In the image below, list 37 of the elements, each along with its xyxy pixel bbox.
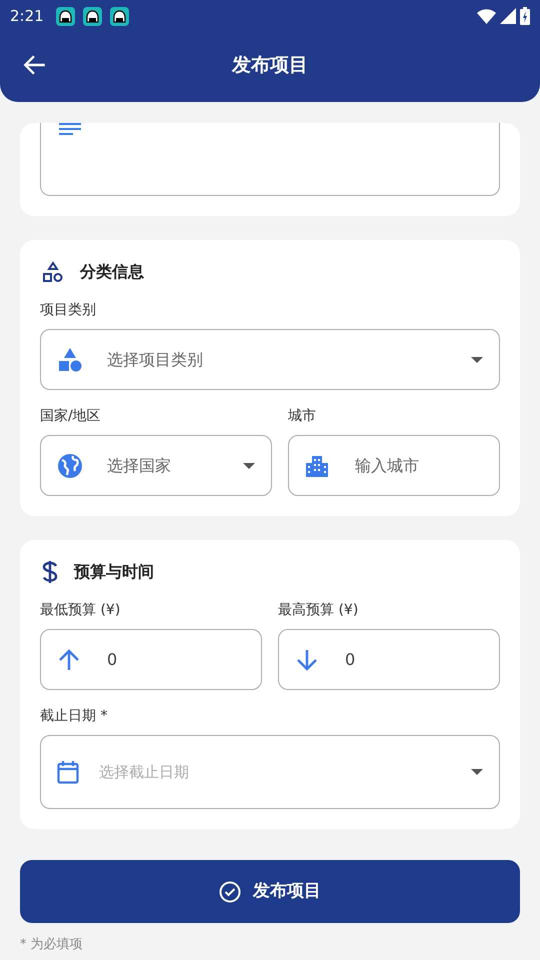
input-field[interactable]: 0 <box>40 629 262 690</box>
field-label: 最低预算 (¥) <box>40 601 122 620</box>
text-lines-icon <box>59 123 81 137</box>
arrow-down-icon <box>295 648 319 672</box>
arrow-up-icon <box>57 648 81 672</box>
required-note: * 为必填项 <box>20 936 84 954</box>
battery-icon <box>520 7 530 25</box>
field-label: 最高预算 (¥) <box>278 601 360 620</box>
field-label: 城市 <box>288 407 317 426</box>
dropdown-caret-icon <box>471 356 483 362</box>
dollar-icon <box>42 560 58 584</box>
shapes-icon <box>57 346 83 372</box>
description-field[interactable] <box>40 123 500 196</box>
select-field[interactable]: 选择国家 <box>40 435 272 496</box>
field-label: 国家/地区 <box>40 407 102 426</box>
publish-button[interactable]: 发布项目 <box>20 860 520 923</box>
signal-icon <box>500 8 516 24</box>
select-field[interactable]: 选择项目类别 <box>40 329 500 390</box>
check-circle-icon <box>219 880 241 902</box>
city-icon <box>305 454 329 478</box>
input-field[interactable]: 输入城市 <box>288 435 500 496</box>
field-label: 项目类别 <box>40 301 97 320</box>
dropdown-caret-icon <box>471 769 483 775</box>
notification-icon <box>110 6 129 26</box>
field-label: 截止日期 * <box>40 707 108 726</box>
shapes-icon <box>42 261 64 283</box>
calendar-icon <box>57 760 79 784</box>
notification-icon <box>56 6 75 26</box>
input-field[interactable]: 0 <box>278 629 500 690</box>
status-time: 2:21 <box>10 6 44 27</box>
globe-icon <box>57 452 83 478</box>
page-title: 发布项目 <box>232 52 308 78</box>
wifi-icon <box>477 8 496 24</box>
notification-icon <box>82 6 102 26</box>
section-title: 分类信息 <box>80 261 144 283</box>
section-title: 预算与时间 <box>74 561 154 583</box>
dropdown-caret-icon <box>243 462 255 468</box>
